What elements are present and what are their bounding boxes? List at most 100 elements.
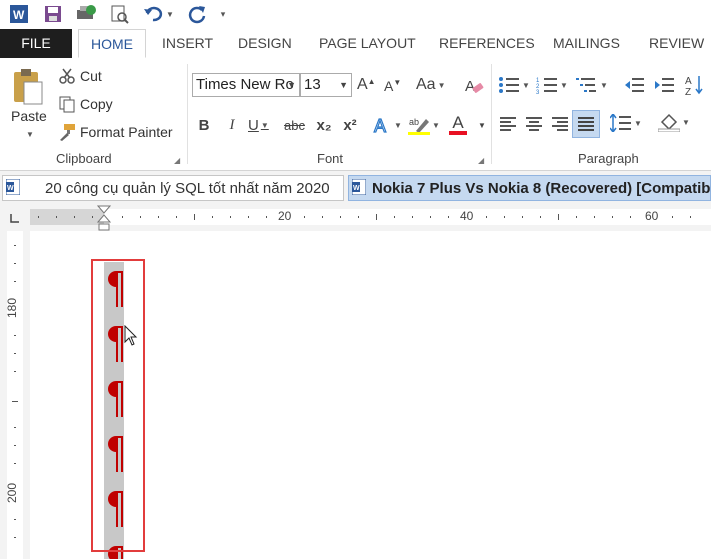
undo-icon[interactable] — [142, 3, 164, 25]
page-preview-icon[interactable] — [108, 3, 130, 25]
ribbon: Paste ▼ Cut Copy Format Painter Clipboar… — [0, 58, 711, 171]
bullets-button[interactable]: ▼ — [498, 76, 530, 94]
change-case-button[interactable]: Aa ▼ — [416, 76, 446, 94]
word-doc-icon: W — [5, 178, 21, 198]
font-name-combo[interactable]: Times New Ro ▼ — [192, 73, 300, 97]
indent-marker-icon[interactable] — [96, 205, 112, 234]
font-name-dropdown-icon[interactable]: ▼ — [287, 74, 296, 96]
horizontal-ruler: 20 40 60 — [0, 203, 711, 231]
subscript-button[interactable]: x₂ — [314, 114, 334, 136]
tab-home[interactable]: HOME — [78, 29, 146, 58]
clipboard-launcher-icon[interactable]: ◢ — [174, 156, 180, 165]
copy-button[interactable]: Copy — [80, 96, 113, 112]
paste-icon[interactable] — [10, 66, 48, 106]
clear-formatting-icon[interactable]: A — [464, 76, 484, 96]
increase-indent-icon[interactable] — [654, 76, 674, 94]
underline-button[interactable]: U ▼ — [248, 114, 269, 136]
underline-label: U — [248, 116, 259, 134]
justify-button[interactable] — [572, 110, 600, 138]
line-spacing-button[interactable]: ▼ — [610, 114, 642, 132]
tab-file[interactable]: FILE — [0, 29, 72, 58]
ruler-mark-60: 60 — [645, 209, 659, 223]
format-painter-button[interactable]: Format Painter — [80, 124, 173, 140]
font-color-button[interactable]: A — [448, 114, 468, 136]
highlight-color-button[interactable]: ab ▼ — [408, 114, 440, 136]
numbering-icon: 123 — [536, 78, 557, 94]
tab-mailings[interactable]: MAILINGS — [553, 29, 620, 58]
numbering-button[interactable]: 1 2 3 ▼ — [536, 76, 568, 94]
bold-button[interactable]: B — [194, 114, 214, 136]
svg-text:A: A — [465, 78, 475, 95]
font-color-icon: A — [452, 113, 464, 132]
copy-icon[interactable] — [58, 95, 76, 113]
selection-highlight-box — [91, 259, 145, 552]
clipboard-group-label: Clipboard — [56, 151, 112, 166]
svg-text:Z: Z — [685, 87, 691, 96]
ruler-mark-20: 20 — [278, 209, 292, 223]
mouse-pointer-icon — [124, 324, 138, 350]
svg-text:3: 3 — [536, 90, 540, 94]
customize-toolbar-icon[interactable]: ▾ — [216, 3, 230, 25]
tab-design[interactable]: DESIGN — [238, 29, 292, 58]
quick-access-toolbar: W ▼ ▾ — [0, 0, 711, 29]
shading-button[interactable]: ▼ — [658, 112, 690, 132]
group-divider — [187, 64, 188, 164]
document-tab-2-label: Nokia 7 Plus Vs Nokia 8 (Recovered) [Com… — [372, 180, 711, 197]
redo-icon[interactable] — [186, 3, 208, 25]
font-size-value: 13 — [304, 76, 321, 93]
format-painter-icon[interactable] — [58, 123, 76, 141]
tab-review[interactable]: REVIEW — [649, 29, 704, 58]
word-logo-icon[interactable]: W — [8, 3, 30, 25]
ribbon-tabs: FILE HOME INSERT DESIGN PAGE LAYOUT REFE… — [0, 29, 711, 59]
shrink-font-button[interactable]: A ▼ — [384, 78, 401, 95]
font-color-dropdown-icon[interactable]: ▼ — [472, 114, 492, 136]
undo-dropdown-icon[interactable]: ▼ — [164, 3, 176, 25]
cut-button[interactable]: Cut — [80, 68, 102, 84]
strikethrough-button[interactable]: abc — [284, 114, 305, 136]
bullets-icon — [499, 77, 519, 93]
document-tab-2[interactable]: Nokia 7 Plus Vs Nokia 8 (Recovered) [Com… — [348, 175, 711, 201]
font-size-dropdown-icon[interactable]: ▼ — [339, 74, 348, 96]
tab-insert[interactable]: INSERT — [162, 29, 213, 58]
document-tab-1[interactable]: 20 công cụ quản lý SQL tốt nhất năm 2020 — [2, 175, 344, 201]
multilevel-list-icon — [576, 78, 596, 92]
svg-text:W: W — [353, 185, 360, 192]
vertical-ruler: 180 200 — [0, 231, 30, 559]
italic-button[interactable]: I — [222, 114, 242, 136]
decrease-indent-icon[interactable] — [624, 76, 644, 94]
shrink-font-icon: A — [384, 78, 394, 94]
paragraph-group-label: Paragraph — [578, 151, 639, 166]
ruler-mark-40: 40 — [460, 209, 474, 223]
vruler-mark-180: 180 — [5, 297, 20, 319]
multilevel-list-button[interactable]: ▼ — [576, 76, 608, 94]
change-case-icon: Aa — [416, 76, 436, 93]
align-right-icon[interactable] — [552, 116, 568, 132]
font-group-label: Font — [317, 151, 344, 166]
ruler-track[interactable] — [30, 209, 711, 225]
text-effects-icon: A — [373, 115, 386, 135]
superscript-button[interactable]: x² — [340, 114, 360, 136]
svg-text:A: A — [374, 116, 386, 135]
tab-selector-icon[interactable] — [8, 211, 20, 223]
tab-page-layout[interactable]: PAGE LAYOUT — [319, 29, 416, 58]
sort-icon[interactable]: AZ — [684, 74, 706, 96]
grow-font-icon: A — [357, 76, 368, 93]
paste-dropdown-icon[interactable]: ▼ — [26, 130, 34, 139]
paste-button[interactable]: Paste — [11, 108, 47, 124]
tab-references[interactable]: REFERENCES — [439, 29, 535, 58]
align-center-icon[interactable] — [526, 116, 542, 132]
highlight-pen-icon: ab — [408, 117, 430, 135]
document-tab-strip: 20 công cụ quản lý SQL tốt nhất năm 2020… — [0, 171, 711, 204]
justify-icon — [578, 117, 594, 131]
word-doc-icon: W — [351, 178, 367, 198]
line-spacing-icon — [610, 114, 631, 132]
print-preview-icon[interactable] — [74, 3, 98, 25]
align-left-icon[interactable] — [500, 116, 516, 132]
text-effects-button[interactable]: A ▼ — [372, 114, 402, 136]
font-size-combo[interactable]: 13 ▼ — [300, 73, 352, 97]
save-icon[interactable] — [42, 3, 64, 25]
grow-font-button[interactable]: A ▲ — [357, 76, 376, 94]
font-launcher-icon[interactable]: ◢ — [478, 156, 484, 165]
svg-text:ab: ab — [409, 117, 419, 127]
cut-icon[interactable] — [58, 67, 76, 85]
